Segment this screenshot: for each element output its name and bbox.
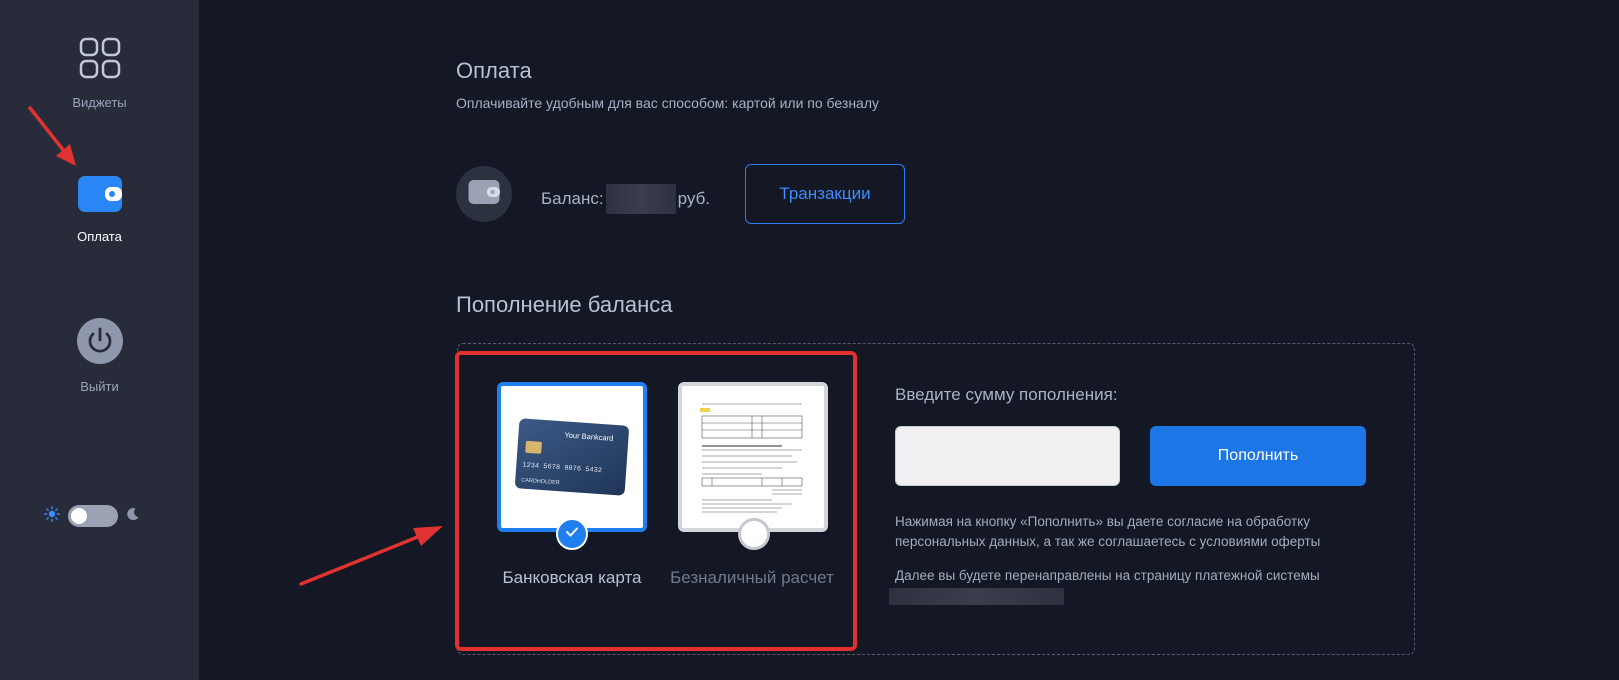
method-unselected-radio[interactable] [738,518,770,550]
sidebar-item-label: Оплата [77,229,122,244]
sidebar-item-label: Выйти [80,379,119,394]
method-card-bank-card[interactable]: Your Bankcard 1234 5678 9876 5432 CARDHO… [497,382,647,532]
invoice-document-image [692,396,814,518]
sidebar-item-widgets[interactable]: Виджеты [0,36,199,110]
topup-title: Пополнение баланса [456,292,673,317]
balance: Баланс: руб. [541,184,710,214]
bank-card-image: Your Bankcard 1234 5678 9876 5432 CARDHO… [515,418,629,496]
page-title: Оплата [456,58,532,83]
method-label-invoice[interactable]: Безналичный расчет [662,565,842,590]
widgets-icon [78,36,122,85]
annotation-arrow-icon [299,526,443,586]
power-icon [76,318,123,369]
method-card-invoice[interactable] [678,382,828,532]
sidebar: Виджеты Оплата Выйти [0,0,199,680]
sidebar-item-payment[interactable]: Оплата [0,174,199,244]
sun-icon [44,505,60,527]
moon-icon [126,507,140,526]
amount-label: Введите сумму пополнения: [895,385,1118,404]
theme-switch-knob [71,508,87,524]
wallet-icon [468,179,500,210]
theme-switch[interactable] [68,505,118,527]
transactions-button[interactable]: Транзакции [745,164,905,224]
balance-wallet-badge [456,166,512,222]
wallet-icon [77,174,123,219]
topup-button[interactable]: Пополнить [1150,426,1366,486]
sidebar-item-label: Виджеты [72,95,127,110]
check-icon [565,525,579,543]
consent-text: Нажимая на кнопку «Пополнить» вы даете с… [895,514,1321,549]
sidebar-item-logout[interactable]: Выйти [0,318,199,394]
theme-toggle [44,503,144,529]
balance-currency: руб. [677,189,711,208]
balance-value-redacted [605,184,676,214]
redirect-link-redacted [889,588,1064,605]
redirect-text: Далее вы будете перенаправлены на страни… [895,568,1320,583]
amount-input[interactable] [895,426,1120,486]
method-selected-badge [556,518,588,550]
balance-label: Баланс: [541,189,604,208]
method-label-bank-card[interactable]: Банковская карта [482,565,662,590]
page-subtitle: Оплачивайте удобным для вас способом: ка… [456,95,880,111]
